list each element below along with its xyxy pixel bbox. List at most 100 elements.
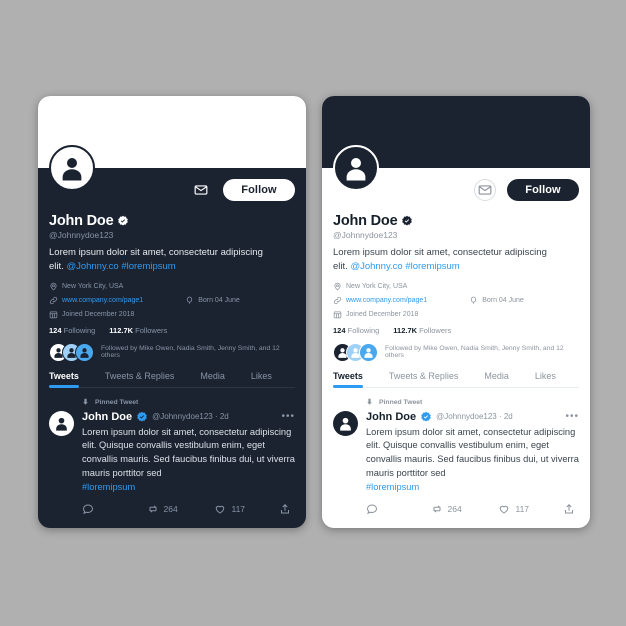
stat-followers[interactable]: 112.7K Followers xyxy=(109,326,167,335)
profile-tabs: Tweets Tweets & Replies Media Likes xyxy=(333,371,579,388)
bio-hashtag[interactable]: #loremipsum xyxy=(121,261,175,272)
tweet-text: Lorem ipsum dolor sit amet, consectetur … xyxy=(82,426,295,496)
tab-tweets[interactable]: Tweets xyxy=(49,371,79,388)
profile-stats: 124 Following 112.7K Followers xyxy=(49,326,295,335)
meta-joined-text: Joined December 2018 xyxy=(346,311,419,319)
profile-header: Follow John Doe @Johnnydoe123 Lorem ipsu… xyxy=(38,145,306,388)
location-pin-icon xyxy=(50,282,57,291)
tweet-author-name: John Doe xyxy=(366,410,417,423)
followers-count: 112.7K xyxy=(393,325,418,335)
bio-mention[interactable]: @Johnny.co xyxy=(350,261,402,272)
meta-location-text: New York City, USA xyxy=(62,283,124,291)
tab-media[interactable]: Media xyxy=(200,371,225,387)
follow-button[interactable]: Follow xyxy=(507,179,579,201)
like-action[interactable]: 117 xyxy=(214,503,279,515)
followers-count: 112.7K xyxy=(109,325,134,335)
profile-tabs: Tweets Tweets & Replies Media Likes xyxy=(49,371,295,388)
profile-avatar[interactable] xyxy=(333,145,379,191)
meta-line-location: New York City, USA xyxy=(49,281,295,293)
tweet-author-name: John Doe xyxy=(82,410,133,423)
stat-following[interactable]: 124 Following xyxy=(333,326,379,335)
pinned-indicator: Pinned Tweet xyxy=(81,397,295,408)
retweet-icon xyxy=(148,505,157,513)
meta-joined: Joined December 2018 xyxy=(49,310,134,319)
meta-birthday: Born 04 June xyxy=(469,296,524,305)
pinned-label: Pinned Tweet xyxy=(95,398,139,406)
follow-button[interactable]: Follow xyxy=(223,179,295,201)
followed-by-row[interactable]: Followed by Mike Owen, Nadia Smith, Jenn… xyxy=(333,342,579,362)
user-avatar-icon xyxy=(62,158,82,181)
user-avatar-icon xyxy=(340,417,351,431)
tab-likes[interactable]: Likes xyxy=(251,371,272,387)
tab-likes[interactable]: Likes xyxy=(535,371,556,387)
tweet-header: John Doe @Johnnydoe123 · 2d ••• xyxy=(82,411,295,423)
balloon-icon xyxy=(471,296,477,304)
meta-line-link: www.company.com/page1 Born 04 June xyxy=(333,295,579,307)
meta-birthday: Born 04 June xyxy=(185,296,240,305)
share-action[interactable] xyxy=(563,503,575,515)
comment-icon xyxy=(366,504,378,515)
reply-action[interactable] xyxy=(366,503,431,515)
reply-action[interactable] xyxy=(82,503,147,515)
tweet-hashtag[interactable]: #loremipsum xyxy=(366,481,579,495)
followed-by-text: Followed by Mike Owen, Nadia Smith, Jenn… xyxy=(385,345,564,360)
bio-hashtag[interactable]: #loremipsum xyxy=(405,261,459,272)
balloon-icon xyxy=(187,296,193,304)
pinned-label: Pinned Tweet xyxy=(379,398,423,406)
like-count: 117 xyxy=(231,504,246,515)
like-action[interactable]: 117 xyxy=(498,503,563,515)
follower-avatar-stack xyxy=(333,342,378,362)
follower-avatar-stack xyxy=(49,342,94,362)
message-button[interactable] xyxy=(189,181,212,199)
link-icon xyxy=(49,296,58,305)
tab-tweets-replies[interactable]: Tweets & Replies xyxy=(105,371,175,387)
meta-website[interactable]: www.company.com/page1 xyxy=(333,296,427,305)
tab-media[interactable]: Media xyxy=(484,371,509,387)
tweet-text-body: Lorem ipsum dolor sit amet, consectetur … xyxy=(366,426,579,479)
screenshot-stage: Follow John Doe @Johnnydoe123 Lorem ipsu… xyxy=(0,0,626,626)
retweet-count: 264 xyxy=(447,504,462,515)
followed-by-row[interactable]: Followed by Mike Owen, Nadia Smith, Jenn… xyxy=(49,342,295,362)
comment-icon xyxy=(82,504,94,515)
tweet-actions: 264 117 xyxy=(366,503,579,515)
profile-avatar[interactable] xyxy=(49,145,95,191)
pin-icon xyxy=(83,398,88,405)
tweet-author-avatar[interactable] xyxy=(333,410,358,436)
pinned-tweet: Pinned Tweet John Doe @Johnnydoe123 · 2d… xyxy=(38,388,306,516)
profile-stats: 124 Following 112.7K Followers xyxy=(333,326,579,335)
stat-following[interactable]: 124 Following xyxy=(49,326,95,335)
location-pin-icon xyxy=(334,282,341,291)
meta-line-location: New York City, USA xyxy=(333,281,579,293)
pinned-indicator: Pinned Tweet xyxy=(365,397,579,408)
stat-followers[interactable]: 112.7K Followers xyxy=(393,326,451,335)
share-action[interactable] xyxy=(279,503,291,515)
meta-website[interactable]: www.company.com/page1 xyxy=(49,296,143,305)
profile-meta: New York City, USA www.company.com/page1 xyxy=(49,281,295,321)
meta-website-text: www.company.com/page1 xyxy=(62,297,144,305)
meta-joined: Joined December 2018 xyxy=(333,310,418,319)
mail-envelope-icon xyxy=(194,185,207,195)
profile-card-light-theme: Follow John Doe @Johnnydoe123 Lorem ipsu… xyxy=(322,96,590,528)
retweet-action[interactable]: 264 xyxy=(431,503,499,515)
message-button[interactable] xyxy=(474,179,496,201)
followers-label: Followers xyxy=(135,325,168,335)
user-avatar-icon xyxy=(80,347,89,358)
bio-mention[interactable]: @Johnny.co xyxy=(66,261,118,272)
tweet-hashtag[interactable]: #loremipsum xyxy=(82,481,295,495)
profile-handle: @Johnnydoe123 xyxy=(49,230,114,240)
retweet-action[interactable]: 264 xyxy=(147,503,215,515)
tab-tweets-replies[interactable]: Tweets & Replies xyxy=(389,371,459,387)
meta-location: New York City, USA xyxy=(49,282,123,291)
meta-joined-text: Joined December 2018 xyxy=(62,311,135,319)
mail-envelope-icon xyxy=(478,185,492,195)
profile-name-row: John Doe xyxy=(49,213,295,229)
user-avatar-icon xyxy=(56,417,67,431)
tweet-handle-time: @Johnnydoe123 · 2d xyxy=(436,412,513,422)
tab-tweets[interactable]: Tweets xyxy=(333,371,363,388)
meta-birthday-text: Born 04 June xyxy=(198,297,240,305)
tweet-author-avatar[interactable] xyxy=(49,410,74,436)
more-options-icon[interactable]: ••• xyxy=(565,411,579,421)
more-options-icon[interactable]: ••• xyxy=(281,411,295,421)
profile-header: Follow John Doe @Johnnydoe123 Lorem ipsu… xyxy=(322,145,590,388)
calendar-icon xyxy=(49,311,58,319)
